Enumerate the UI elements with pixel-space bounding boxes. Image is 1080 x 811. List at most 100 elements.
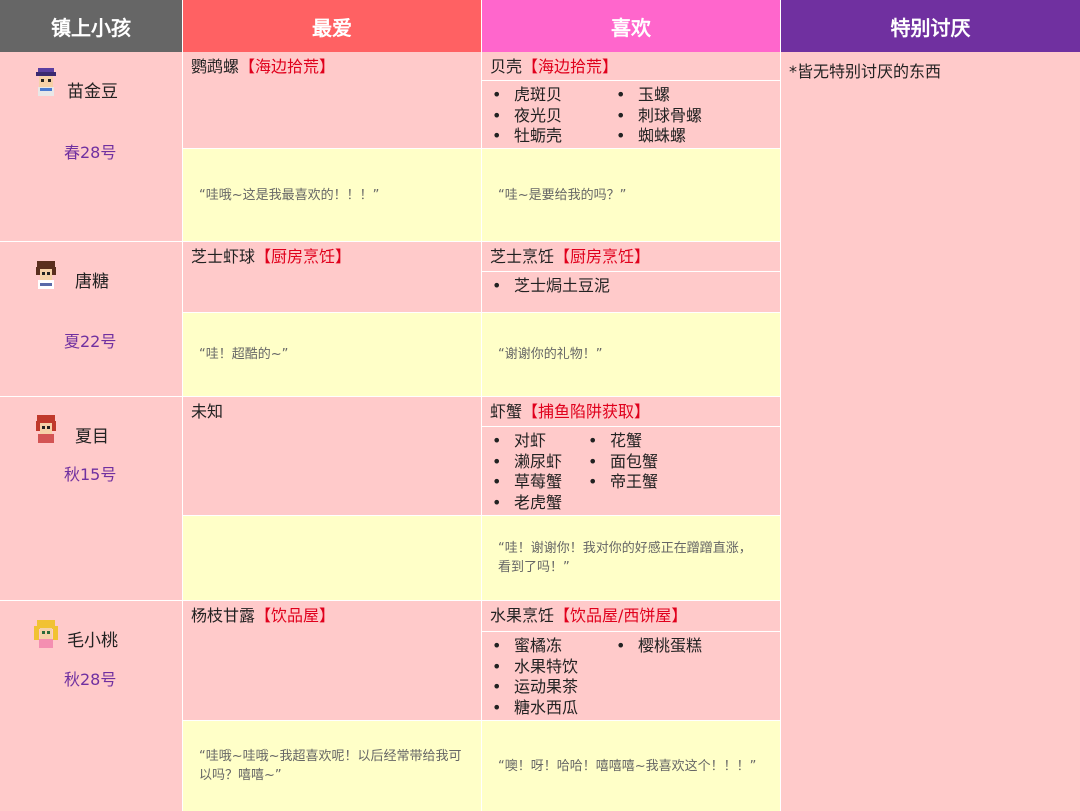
bullet: • [616, 636, 626, 655]
kid-name: 毛小桃 [67, 631, 118, 651]
list-item: 蜜橘冻 [514, 636, 563, 655]
like-quote-cell: “谢谢你的礼物！” [481, 312, 780, 396]
like-quote-cell: “哇！谢谢你！我对你的好感正在蹭蹭直涨，看到了吗！” [481, 515, 780, 600]
bullet: • [492, 431, 502, 450]
fav-quote: “哇哦~这是我最喜欢的！！！” [199, 187, 380, 203]
like-quote: “噢！呀！哈哈！嘻嘻嘻~我喜欢这个！！！” [498, 758, 757, 774]
list-item: 玉螺 [638, 85, 671, 104]
kid-cell: 唐糖 夏22号 [0, 241, 182, 396]
kid-birthday: 夏22号 [64, 332, 117, 351]
bullet: • [588, 451, 598, 471]
kid-avatar-icon [36, 261, 56, 289]
like-item: 贝壳 [490, 57, 523, 76]
like-cell: 水果烹饪【饮品屋/西饼屋】 [481, 600, 780, 631]
list-item: 虎斑贝 [514, 85, 563, 104]
like-list-cell: • 虎斑贝 • 夜光贝 • 牡蛎壳 • 玉螺 • 刺球骨螺 • 蜘蛛螺 [481, 80, 780, 148]
fav-cell: 杨枝甘露【饮品屋】 [182, 600, 481, 720]
kid-avatar-icon [36, 68, 56, 96]
list-item: 草莓蟹 [514, 472, 563, 491]
bullet: • [616, 126, 626, 145]
kid-name: 夏目 [75, 427, 109, 447]
fav-quote-cell: “哇！超酷的~” [182, 312, 481, 396]
source-tag: 【捕鱼陷阱获取】 [522, 402, 651, 421]
like-quote: “哇~是要给我的吗？” [498, 187, 627, 203]
fav-cell: 未知 [182, 396, 481, 515]
list-item: 濑尿虾 [514, 451, 563, 471]
fav-quote: “哇哦~哇哦~我超喜欢呢！以后经常带给我可以吗？嘻嘻~” [199, 749, 462, 783]
list-item: 运动果茶 [514, 677, 579, 696]
fav-cell: 芝士虾球【厨房烹饪】 [182, 241, 481, 312]
source-tag: 【厨房烹饪】 [255, 247, 352, 266]
like-quote-cell: “噢！呀！哈哈！嘻嘻嘻~我喜欢这个！！！” [481, 720, 780, 811]
list-item: 老虎蟹 [514, 492, 563, 512]
list-item: 樱桃蛋糕 [638, 636, 703, 655]
list-item: 花蟹 [610, 431, 643, 450]
bullet: • [492, 276, 502, 295]
kid-name: 唐糖 [75, 272, 109, 292]
like-item: 水果烹饪 [490, 606, 555, 625]
bullet: • [492, 85, 502, 104]
fav-item: 鹦鹉螺 [191, 57, 240, 76]
like-item: 虾蟹 [490, 402, 523, 421]
fav-quote-cell: “哇哦~这是我最喜欢的！！！” [182, 148, 481, 241]
fav-item: 芝士虾球 [191, 247, 256, 266]
fav-item: 杨枝甘露 [191, 606, 256, 625]
like-cell: 芝士烹饪【厨房烹饪】 [481, 241, 780, 271]
header-kids: 镇上小孩 [0, 0, 182, 52]
bullet: • [492, 451, 502, 471]
list-item: 面包蟹 [610, 451, 659, 471]
list-item: 糖水西瓜 [514, 697, 579, 717]
fav-quote-cell: “哇哦~哇哦~我超喜欢呢！以后经常带给我可以吗？嘻嘻~” [182, 720, 481, 811]
bullet: • [492, 656, 502, 676]
kid-avatar-icon [34, 620, 58, 648]
bullet: • [492, 472, 502, 491]
list-item: 夜光贝 [514, 105, 563, 125]
list-item: 芝士焗土豆泥 [514, 276, 611, 295]
like-quote-cell: “哇~是要给我的吗？” [481, 148, 780, 241]
bullet: • [492, 636, 502, 655]
list-item: 刺球骨螺 [638, 105, 703, 125]
bullet: • [492, 105, 502, 125]
header-hate: 特别讨厌 [780, 0, 1080, 52]
kid-cell: 毛小桃 秋28号 [0, 600, 182, 811]
header-like: 喜欢 [481, 0, 780, 52]
bullet: • [588, 431, 598, 450]
kid-cell: 夏目 秋15号 [0, 396, 182, 600]
bullet: • [588, 472, 598, 491]
fav-quote [183, 516, 481, 600]
header-favorite: 最爱 [182, 0, 481, 52]
fav-quote: “哇！超酷的~” [199, 347, 289, 362]
kid-birthday: 秋15号 [64, 465, 117, 484]
hate-text: *皆无特别讨厌的东西 [789, 62, 942, 81]
source-tag: 【海边拾荒】 [522, 57, 619, 76]
kid-birthday: 秋28号 [64, 670, 117, 689]
kid-avatar-icon [36, 415, 56, 443]
bullet: • [616, 85, 626, 104]
kid-cell: 苗金豆 春28号 [0, 52, 182, 241]
like-list-cell: • 对虾 • 濑尿虾 • 草莓蟹 • 老虎蟹 • 花蟹 • 面包蟹 • 帝王蟹 [481, 426, 780, 515]
like-list-cell: • 蜜橘冻 • 水果特饮 • 运动果茶 • 糖水西瓜 • 樱桃蛋糕 [481, 631, 780, 720]
bullet: • [616, 105, 626, 125]
source-tag: 【饮品屋】 [255, 606, 336, 625]
fav-item: 未知 [191, 402, 224, 421]
list-item: 水果特饮 [514, 656, 579, 676]
fav-cell: 鹦鹉螺【海边拾荒】 [182, 52, 481, 148]
source-tag: 【海边拾荒】 [239, 57, 336, 76]
like-quote: “谢谢你的礼物！” [498, 347, 603, 362]
like-item: 芝士烹饪 [490, 247, 555, 266]
source-tag: 【饮品屋/西饼屋】 [554, 606, 688, 625]
kid-name: 苗金豆 [67, 82, 118, 102]
bullet: • [492, 677, 502, 696]
list-item: 对虾 [514, 431, 547, 450]
bullet: • [492, 126, 502, 145]
list-item: 牡蛎壳 [514, 126, 563, 145]
source-tag: 【厨房烹饪】 [554, 247, 651, 266]
hate-column: *皆无特别讨厌的东西 [780, 52, 1080, 811]
bullet: • [492, 492, 502, 512]
like-cell: 贝壳【海边拾荒】 [481, 52, 780, 80]
bullet: • [492, 697, 502, 717]
like-quote: “哇！谢谢你！我对你的好感正在蹭蹭直涨，看到了吗！” [498, 541, 752, 575]
list-item: 帝王蟹 [610, 472, 659, 491]
kid-birthday: 春28号 [64, 143, 117, 162]
like-cell: 虾蟹【捕鱼陷阱获取】 [481, 396, 780, 426]
